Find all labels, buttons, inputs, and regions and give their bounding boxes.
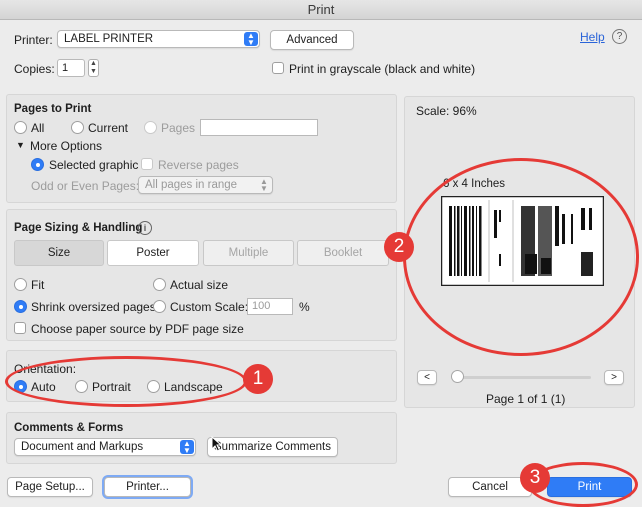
comments-select-value: Document and Markups — [21, 441, 144, 453]
current-label: Current — [88, 121, 129, 135]
info-icon[interactable]: i — [138, 221, 152, 235]
copies-input[interactable]: 1 — [57, 59, 85, 77]
chevron-updown-icon: ▲ ▼ — [260, 177, 268, 193]
odd-even-select-value: All pages in range — [145, 179, 238, 191]
mouse-cursor-icon — [211, 436, 223, 452]
comments-forms-title: Comments & Forms — [14, 422, 124, 434]
printer-select[interactable]: LABEL PRINTER ▲ ▼ — [57, 30, 260, 48]
page-slider[interactable] — [455, 376, 591, 379]
reverse-pages-label: Reverse pages — [158, 158, 239, 172]
pages-label: Pages — [161, 121, 196, 135]
paper-source-checkbox[interactable] — [14, 322, 26, 334]
page-slider-thumb[interactable] — [451, 370, 464, 383]
all-radio[interactable] — [14, 121, 27, 134]
grayscale-label: Print in grayscale (black and white) — [289, 62, 476, 76]
tab-multiple[interactable]: Multiple — [203, 240, 294, 266]
custom-scale-radio[interactable] — [153, 300, 166, 313]
annotation-ring-orientation — [5, 356, 247, 407]
pages-range-input[interactable] — [200, 119, 318, 136]
annotation-marker-2: 2 — [384, 232, 414, 262]
comments-select[interactable]: Document and Markups ▲ ▼ — [14, 438, 196, 456]
odd-even-label: Odd or Even Pages: — [31, 179, 140, 193]
selected-graphic-label: Selected graphic — [49, 158, 139, 172]
help-icon[interactable]: ? — [612, 29, 627, 44]
advanced-button[interactable]: Advanced — [270, 30, 354, 50]
window-title: Print — [0, 0, 642, 20]
chevron-updown-icon: ▲ ▼ — [180, 440, 194, 455]
summarize-comments-button[interactable]: Summarize Comments — [207, 437, 338, 457]
printer-select-value: LABEL PRINTER — [64, 33, 154, 45]
copies-label: Copies: — [14, 62, 55, 76]
chevron-updown-icon: ▲ ▼ — [244, 32, 258, 47]
tab-booklet[interactable]: Booklet — [297, 240, 389, 266]
current-radio[interactable] — [71, 121, 84, 134]
shrink-oversized-radio[interactable] — [14, 300, 27, 313]
tab-poster[interactable]: Poster — [107, 240, 199, 266]
copies-stepper-icon[interactable]: ▲ ▼ — [88, 59, 99, 77]
custom-scale-input[interactable]: 100 — [247, 298, 293, 315]
tab-size[interactable]: Size — [14, 240, 104, 266]
printer-label: Printer: — [14, 33, 53, 47]
custom-scale-label: Custom Scale: — [170, 300, 249, 314]
paper-source-label: Choose paper source by PDF page size — [31, 322, 244, 336]
pages-to-print-title: Pages to Print — [14, 103, 92, 115]
disclosure-triangle-icon[interactable]: ▼ — [16, 140, 25, 150]
selected-graphic-radio[interactable] — [31, 158, 44, 171]
annotation-marker-3: 3 — [520, 463, 550, 493]
all-label: All — [31, 121, 45, 135]
help-link[interactable]: Help — [580, 30, 605, 44]
page-sizing-title: Page Sizing & Handling — [14, 222, 143, 234]
scale-readout: Scale: 96% — [416, 104, 477, 118]
reverse-pages-checkbox[interactable] — [141, 158, 153, 170]
annotation-ring-preview — [403, 158, 639, 356]
printer-button[interactable]: Printer... — [104, 477, 191, 497]
shrink-oversized-label: Shrink oversized pages — [31, 300, 156, 314]
fit-label: Fit — [31, 278, 45, 292]
actual-size-radio[interactable] — [153, 278, 166, 291]
percent-sign: % — [299, 300, 310, 314]
previous-page-button[interactable]: < — [417, 370, 437, 385]
annotation-marker-1: 1 — [243, 364, 273, 394]
next-page-button[interactable]: > — [604, 370, 624, 385]
more-options-label[interactable]: More Options — [30, 139, 102, 153]
grayscale-checkbox[interactable] — [272, 62, 284, 74]
fit-radio[interactable] — [14, 278, 27, 291]
page-setup-button[interactable]: Page Setup... — [7, 477, 93, 497]
page-info: Page 1 of 1 (1) — [486, 392, 566, 406]
odd-even-select[interactable]: All pages in range ▲ ▼ — [138, 176, 273, 194]
pages-radio[interactable] — [144, 121, 157, 134]
actual-size-label: Actual size — [170, 278, 229, 292]
